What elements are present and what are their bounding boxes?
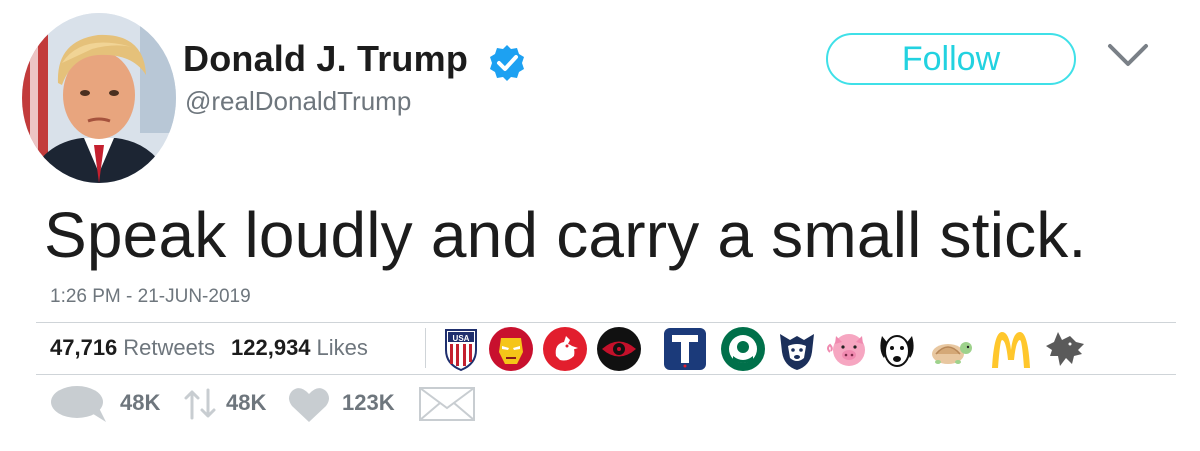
reply-count[interactable]: 48K	[120, 390, 160, 416]
engagement-stats: 47,716 Retweets 122,934 Likes	[50, 335, 384, 361]
retweet-count[interactable]: 48K	[226, 390, 266, 416]
author-name[interactable]: Donald J. Trump	[183, 38, 468, 80]
pig-icon[interactable]	[824, 326, 870, 372]
retweets-count[interactable]: 47,716	[50, 335, 117, 360]
starbucks-icon[interactable]	[720, 326, 766, 372]
like-count[interactable]: 123K	[342, 390, 395, 416]
reply-icon[interactable]	[50, 384, 110, 424]
svg-text:USA: USA	[453, 334, 470, 343]
retweets-label[interactable]: Retweets	[123, 335, 215, 360]
envelope-icon[interactable]	[418, 384, 476, 424]
direwolf-icon[interactable]	[1042, 326, 1088, 372]
mcdonalds-icon[interactable]	[988, 326, 1034, 372]
husky-icon[interactable]	[774, 326, 820, 372]
red-eye-icon[interactable]	[596, 326, 642, 372]
heart-icon[interactable]	[286, 384, 332, 424]
usa-shield-icon[interactable]: USA	[438, 326, 484, 372]
letter-t-icon[interactable]	[662, 326, 708, 372]
turtle-icon[interactable]	[928, 326, 974, 372]
avatar[interactable]	[22, 13, 176, 183]
likes-label[interactable]: Likes	[317, 335, 368, 360]
rooster-icon[interactable]	[542, 326, 588, 372]
verified-badge-icon	[490, 45, 524, 81]
tweet-text: Speak loudly and carry a small stick.	[44, 199, 1087, 271]
retweet-icon[interactable]	[182, 384, 218, 424]
iron-man-icon[interactable]	[488, 326, 534, 372]
dog-icon[interactable]	[874, 326, 920, 372]
author-handle[interactable]: @realDonaldTrump	[185, 86, 411, 117]
tweet-timestamp[interactable]: 1:26 PM - 21-JUN-2019	[50, 286, 251, 308]
stats-separator	[425, 328, 426, 368]
likes-count[interactable]: 122,934	[231, 335, 311, 360]
divider	[36, 374, 1176, 375]
follow-button[interactable]: Follow	[826, 33, 1076, 85]
tweet-card: Donald J. Trump @realDonaldTrump Follow …	[0, 0, 1200, 451]
chevron-down-icon[interactable]	[1104, 40, 1152, 72]
divider	[36, 322, 1176, 323]
